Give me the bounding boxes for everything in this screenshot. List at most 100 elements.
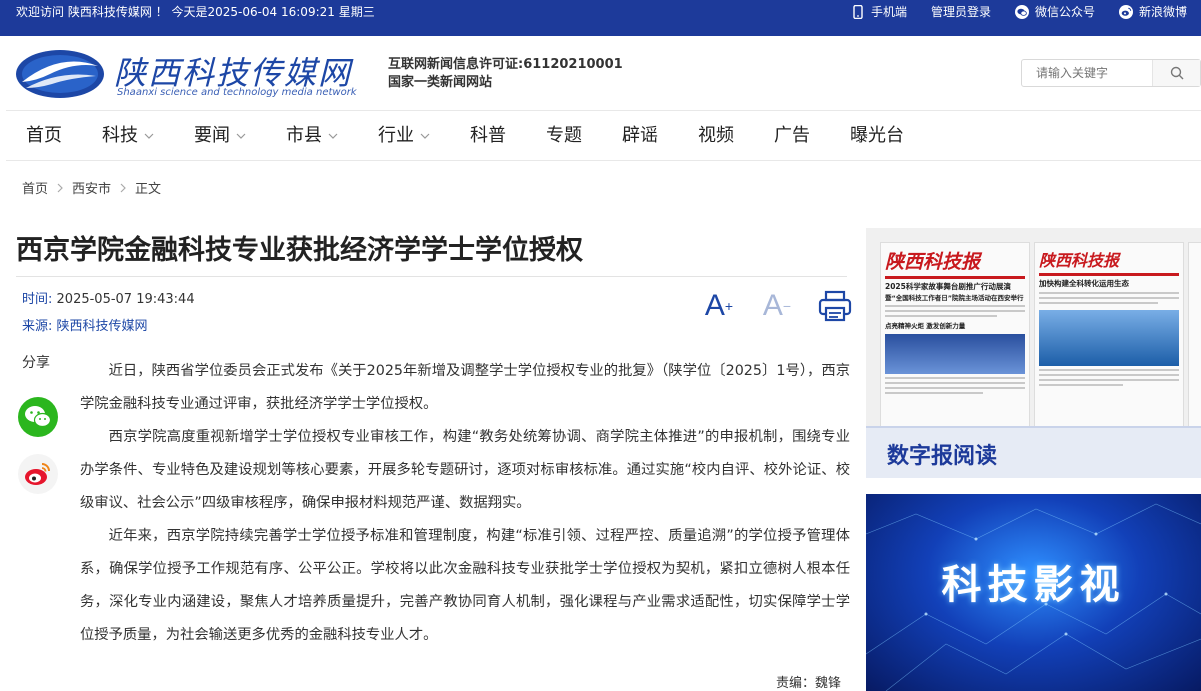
font-increase-button[interactable]: A + [700, 288, 738, 324]
article-editor: 责编：魏锋 [776, 676, 842, 691]
mobile-link[interactable]: 手机端 [851, 0, 907, 24]
article-paragraph: 近日，陕西省学位委员会正式发布《关于2025年新增及调整学士学位授权专业的批复》… [80, 363, 850, 412]
breadcrumb: 首页 西安市 正文 [22, 178, 161, 197]
nav-label: 首页 [26, 125, 62, 146]
nav-item-tech[interactable]: 科技 [82, 111, 174, 160]
nav-label: 辟谣 [622, 125, 658, 146]
video-banner-title: 科技影视 [941, 562, 1126, 608]
nav-item-exposure[interactable]: 曝光台 [830, 111, 924, 160]
nav-label: 视频 [698, 125, 734, 146]
newspaper-headline: 点亮精神火炬 激发创新力量 [885, 322, 966, 330]
admin-login-label: 管理员登录 [930, 5, 991, 19]
chevron-down-icon [328, 133, 338, 139]
chevron-down-icon [420, 133, 430, 139]
digital-paper-tab[interactable]: 数字报阅读 [866, 426, 1201, 478]
wechat-official-link[interactable]: 微信公众号 [1014, 0, 1095, 24]
site-logo-icon[interactable] [14, 48, 106, 100]
nav-label: 科技 [102, 125, 138, 146]
nav-label: 行业 [378, 125, 414, 146]
nav-label: 曝光台 [850, 125, 904, 146]
plus-icon: + [724, 298, 734, 314]
newspaper-text-lines [1039, 369, 1179, 386]
license-info: 互联网新闻信息许可证:61120210001 国家一类新闻网站 [388, 56, 623, 92]
nav-item-popsci[interactable]: 科普 [450, 111, 526, 160]
weibo-icon [1118, 5, 1133, 19]
share-weibo-button[interactable] [18, 454, 58, 494]
chevron-right-icon [57, 183, 63, 192]
share-wechat-button[interactable] [18, 397, 58, 437]
newspaper-text-lines [885, 305, 1025, 317]
nav-item-industry[interactable]: 行业 [358, 111, 450, 160]
newspaper-page-3 [1188, 242, 1201, 428]
nav-label: 要闻 [194, 125, 230, 146]
font-decrease-glyph: A [762, 289, 783, 322]
newspaper-page-1: 陕西科技报 2025科学家故事舞台剧推广行动展演 暨“全国科技工作者日”院院主场… [880, 242, 1030, 428]
top-links: 手机端 管理员登录 微信公众号 新浪微博 [851, 0, 1187, 24]
nav-label: 科普 [470, 125, 506, 146]
print-icon [818, 290, 852, 322]
newspaper-headline: 加快构建全科转化运用生态 [1039, 279, 1129, 288]
article-source: 来源: 陕西科技传媒网 [22, 315, 148, 334]
digital-paper-title: 数字报阅读 [887, 444, 998, 469]
newspaper-masthead: 陕西科技报 [885, 251, 981, 273]
breadcrumb-city[interactable]: 西安市 [72, 178, 111, 197]
digital-paper-preview[interactable]: 陕西科技报 2025科学家故事舞台剧推广行动展演 暨“全国科技工作者日”院院主场… [866, 228, 1201, 428]
newspaper-strip [1039, 273, 1179, 276]
share-label: 分享 [22, 355, 50, 371]
search-icon [1170, 66, 1183, 80]
nav-item-rumor[interactable]: 辟谣 [602, 111, 678, 160]
print-button[interactable] [816, 288, 854, 324]
weibo-label: 新浪微博 [1138, 5, 1187, 19]
search-box [1021, 59, 1201, 87]
nav-item-home[interactable]: 首页 [6, 111, 82, 160]
search-button[interactable] [1152, 60, 1200, 86]
newspaper-masthead: 陕西科技报 [1039, 251, 1120, 270]
weibo-icon [25, 463, 50, 485]
wechat-official-label: 微信公众号 [1034, 5, 1095, 19]
article-body: 近日，陕西省学位委员会正式发布《关于2025年新增及调整学士学位授权专业的批复》… [80, 355, 850, 652]
search-input[interactable] [1022, 60, 1152, 86]
nav-label: 市县 [286, 125, 322, 146]
chevron-right-icon [120, 183, 126, 192]
article-title: 西京学院金融科技专业获批经济学学士学位授权 [16, 235, 583, 266]
main-nav: 首页 科技 要闻 市县 行业 科普 专题 辟谣 视频 广告 曝光台 [6, 110, 1201, 161]
article-tools: A + A − [700, 288, 854, 324]
article-paragraph: 西京学院高度重视新增学士学位授权专业审核工作，构建“教务处统筹协调、商学院主体推… [80, 429, 850, 511]
newspaper-photo [1039, 310, 1179, 366]
welcome-text: 欢迎访问 陕西科技传媒网 ！ 今天是2025-06-04 16:09:21 星期… [16, 5, 375, 19]
nav-item-cities[interactable]: 市县 [266, 111, 358, 160]
nav-label: 广告 [774, 125, 810, 146]
source-label: 来源: [22, 319, 53, 334]
newspaper-text-lines [1039, 292, 1179, 304]
mobile-link-label: 手机端 [870, 5, 907, 19]
license-class: 国家一类新闻网站 [388, 75, 493, 90]
newspaper-photo [885, 334, 1025, 374]
newspaper-strip [885, 276, 1025, 279]
nav-item-topics[interactable]: 专题 [526, 111, 602, 160]
nav-item-video[interactable]: 视频 [678, 111, 754, 160]
newspaper-headline: 2025科学家故事舞台剧推广行动展演 [885, 282, 1011, 291]
tech-video-banner[interactable]: 科技影视 [866, 494, 1201, 691]
weibo-link[interactable]: 新浪微博 [1118, 0, 1187, 24]
source-value[interactable]: 陕西科技传媒网 [57, 319, 148, 334]
font-decrease-button[interactable]: A − [758, 288, 796, 324]
font-increase-glyph: A [704, 289, 725, 322]
nav-item-news[interactable]: 要闻 [174, 111, 266, 160]
chevron-down-icon [144, 133, 154, 139]
top-bar: 欢迎访问 陕西科技传媒网 ！ 今天是2025-06-04 16:09:21 星期… [0, 0, 1201, 36]
breadcrumb-home[interactable]: 首页 [22, 178, 48, 197]
newspaper-page-2: 陕西科技报 加快构建全科转化运用生态 [1034, 242, 1184, 428]
nav-label: 专题 [546, 125, 582, 146]
license-number: 互联网新闻信息许可证:61120210001 [388, 57, 623, 72]
chevron-down-icon [236, 133, 246, 139]
logo-english-name: Shaanxi science and technology media net… [117, 87, 357, 98]
article-time: 时间: 2025-05-07 19:43:44 [22, 288, 195, 307]
minus-icon: − [782, 298, 792, 314]
article-paragraph: 近年来，西京学院持续完善学士学位授予标准和管理制度，构建“标准引领、过程严控、质… [80, 528, 850, 643]
newspaper-subheadline: 暨“全国科技工作者日”院院主场活动在西安举行 [885, 294, 1024, 302]
title-divider [16, 276, 847, 277]
newspaper-text-lines [885, 377, 1025, 394]
nav-item-ads[interactable]: 广告 [754, 111, 830, 160]
wechat-icon [25, 406, 52, 428]
admin-login-link[interactable]: 管理员登录 [931, 0, 991, 24]
